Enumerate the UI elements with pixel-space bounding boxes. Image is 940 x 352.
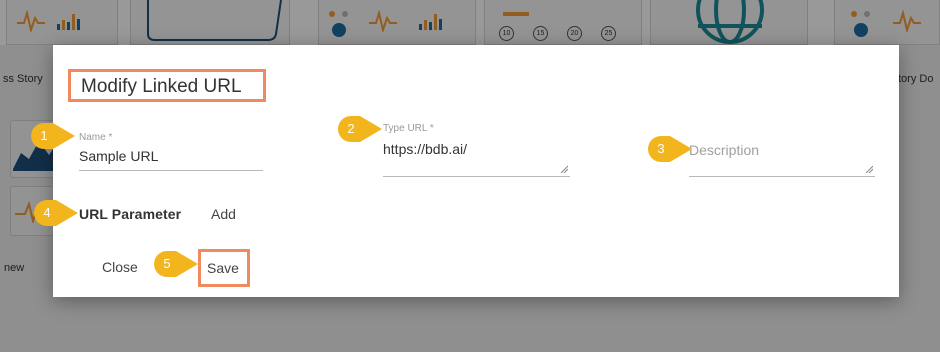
add-parameter-button[interactable]: Add [211, 206, 236, 222]
callout-badge-5: 5 [154, 251, 198, 277]
description-underline [689, 176, 875, 177]
callout-badge-4: 4 [34, 200, 78, 226]
type-url-underline [383, 176, 570, 177]
title-highlight: Modify Linked URL [68, 69, 266, 102]
callout-badge-1: 1 [31, 123, 75, 149]
callout-badge-3: 3 [648, 136, 692, 162]
resize-handle-icon[interactable] [865, 165, 873, 173]
save-button[interactable]: Save [207, 260, 239, 276]
callout-badge-2: 2 [338, 116, 382, 142]
description-textarea[interactable]: Description [689, 142, 759, 158]
name-label: Name * [79, 132, 113, 143]
name-input[interactable]: Sample URL [79, 148, 158, 164]
url-parameter-label: URL Parameter [79, 206, 182, 222]
type-url-textarea[interactable]: https://bdb.ai/ [383, 141, 467, 157]
name-underline [79, 170, 263, 171]
type-url-label: Type URL * [383, 123, 434, 134]
resize-handle-icon[interactable] [560, 165, 568, 173]
save-highlight: Save [198, 249, 250, 287]
dialog-title: Modify Linked URL [81, 76, 242, 97]
close-button[interactable]: Close [102, 259, 138, 275]
